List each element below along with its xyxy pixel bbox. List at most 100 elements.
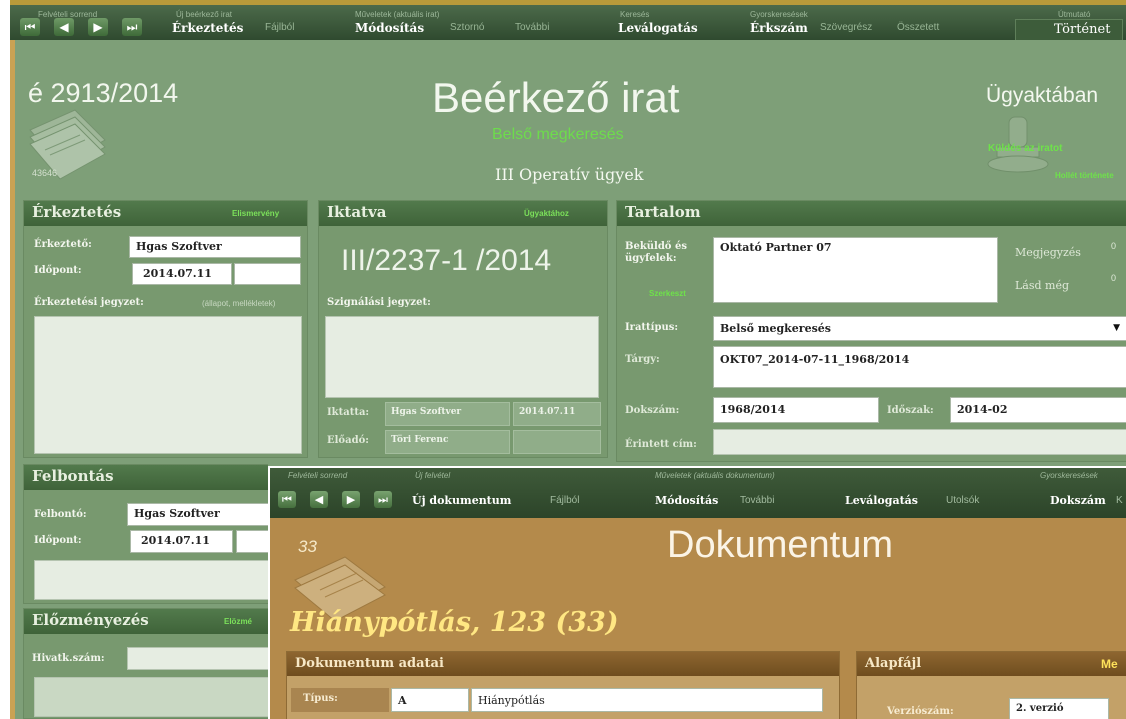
hivatk-list[interactable] xyxy=(34,677,269,717)
erkszam-button[interactable]: Érkszám xyxy=(750,21,808,35)
first-record-button[interactable]: ⏮ xyxy=(20,18,40,36)
last-arrow-icon: ⏭ xyxy=(126,20,138,34)
first-arrow-icon: ⏮ xyxy=(24,20,36,34)
felbontas-time-field[interactable] xyxy=(236,530,269,553)
last-record-button[interactable]: ⏭ xyxy=(122,18,142,36)
doc-tovabbi-button[interactable]: További xyxy=(740,495,774,506)
see-also-link[interactable]: Lásd még xyxy=(1015,279,1069,292)
left-arrow-icon: ◀ xyxy=(59,20,69,34)
panel-title: Alapfájl xyxy=(865,656,922,671)
szignalasi-textarea[interactable] xyxy=(325,316,599,398)
idopont-label: Időpont: xyxy=(34,265,82,276)
page-title: Beérkező irat xyxy=(432,74,680,121)
alapfajl-panel: Alapfájl Me Verziószám: 2. verzió xyxy=(856,651,1126,719)
irattipus-value: Belső megkeresés xyxy=(720,322,831,335)
panel-header: Alapfájl Me xyxy=(857,652,1126,676)
send-document-link[interactable]: Küldés az iratot xyxy=(988,143,1062,154)
location-history-link[interactable]: Hollét története xyxy=(1055,171,1114,180)
doc-next-button[interactable]: ▶ xyxy=(342,491,360,508)
bekuldo-value: Oktató Partner 07 xyxy=(720,241,832,254)
predecessor-link[interactable]: Elözmé xyxy=(224,617,252,626)
next-record-button[interactable]: ▶ xyxy=(88,18,108,36)
doc-utolsok-button[interactable]: Utolsók xyxy=(946,495,979,506)
dokumentum-adatai-panel: Dokumentum adatai Típus: A Hiánypótlás xyxy=(286,651,840,719)
filing-number: III/2237-1 /2014 xyxy=(341,244,552,277)
document-heading: Hiánypótlás, 123 (33) xyxy=(290,607,619,638)
irattipus-select[interactable]: Belső megkeresés ▼ xyxy=(713,316,1126,341)
tipus-code: A xyxy=(398,694,407,707)
jegyzet-label: Érkeztetési jegyzet: xyxy=(34,297,144,308)
doc-dokszam-button[interactable]: Dokszám xyxy=(1050,494,1106,507)
dokszam-value: 1968/2014 xyxy=(720,403,786,416)
szovegresz-button[interactable]: Szövegrész xyxy=(820,22,872,33)
tovabbi-button[interactable]: További xyxy=(515,22,549,33)
levalogatas-button[interactable]: Leválogatás xyxy=(618,21,698,35)
erintett-label: Érintett cím: xyxy=(625,439,697,450)
previous-record-button[interactable]: ◀ xyxy=(54,18,74,36)
idopont-field[interactable]: 2014.07.11 xyxy=(132,263,232,285)
toolbar-group-label: Útmutató xyxy=(1058,10,1091,19)
record-id: 43646 xyxy=(32,168,58,178)
doc-first-button[interactable]: ⏮ xyxy=(278,491,296,508)
panel-title: Dokumentum adatai xyxy=(295,656,444,671)
sztorno-button[interactable]: Sztornó xyxy=(450,22,484,33)
dokszam-field[interactable]: 1968/2014 xyxy=(713,397,879,423)
right-arrow-icon: ▶ xyxy=(93,20,103,34)
jegyzet-textarea[interactable] xyxy=(34,316,302,454)
panel-title: Tartalom xyxy=(625,203,701,221)
tipus-code-field[interactable]: A xyxy=(391,688,469,712)
felbonto-field[interactable]: Hgas Szoftver xyxy=(127,503,269,526)
new-document-button[interactable]: Új dokumentum xyxy=(412,494,511,507)
tortenet-label: Történet xyxy=(1054,22,1111,37)
case-file-link[interactable]: Ügyaktához xyxy=(524,209,569,218)
panel-title: Előzményezés xyxy=(32,611,149,629)
iktatta-field: Hgas Szoftver xyxy=(385,402,510,426)
see-also-count: 0 xyxy=(1111,273,1117,283)
iktatta-date-field: 2014.07.11 xyxy=(513,402,601,426)
tipus-value-field[interactable]: Hiánypótlás xyxy=(471,688,823,712)
toolbar-group-label: Műveletek (aktuális irat) xyxy=(355,10,440,19)
bekuldo-label: Beküldő és ügyfelek: xyxy=(625,241,687,264)
toolbar-group-label: Keresés xyxy=(620,10,650,19)
iktatta-date: 2014.07.11 xyxy=(519,407,576,417)
erkezteto-field[interactable]: Hgas Szoftver xyxy=(129,236,301,258)
doc-levalogatas-button[interactable]: Leválogatás xyxy=(845,494,918,507)
doc-k-button[interactable]: K xyxy=(1116,495,1123,506)
tortenet-button[interactable]: Történet xyxy=(1015,19,1123,41)
iktatta-label: Iktatta: xyxy=(327,407,370,418)
erintett-field[interactable] xyxy=(713,429,1126,455)
tipus-label-cell: Típus: xyxy=(291,688,389,712)
alapfajl-link[interactable]: Me xyxy=(1101,657,1118,671)
right-arrow-icon: ▶ xyxy=(346,493,356,506)
erkeztetes-panel: Érkeztetés Elismervény Érkeztető: Hgas S… xyxy=(23,200,308,458)
receipt-link[interactable]: Elismervény xyxy=(232,209,279,218)
bekuldo-field[interactable]: Oktató Partner 07 xyxy=(713,237,998,303)
first-arrow-icon: ⏮ xyxy=(282,493,292,506)
hivatk-field[interactable] xyxy=(127,647,269,670)
doc-last-button[interactable]: ⏭ xyxy=(374,491,392,508)
doc-previous-button[interactable]: ◀ xyxy=(310,491,328,508)
felbontas-idopont-field[interactable]: 2014.07.11 xyxy=(130,530,233,553)
doc-fajlbol-button[interactable]: Fájlból xyxy=(550,495,579,506)
felbontas-note-field[interactable] xyxy=(34,560,269,600)
idoszak-field[interactable]: 2014-02 xyxy=(950,397,1126,423)
modositas-button[interactable]: Módosítás xyxy=(355,21,424,35)
tartalom-panel: Tartalom Beküldő és ügyfelek: Oktató Par… xyxy=(616,200,1126,462)
edit-link[interactable]: Szerkeszt xyxy=(649,289,686,298)
fajlbol-button[interactable]: Fájlból xyxy=(265,22,294,33)
targy-label: Tárgy: xyxy=(625,354,660,365)
note-link[interactable]: Megjegyzés xyxy=(1015,246,1081,259)
toolbar-group-label: Gyorskeresések xyxy=(750,10,808,19)
targy-value: OKT07_2014-07-11_1968/2014 xyxy=(720,353,910,366)
erkeztetes-button[interactable]: Érkeztetés xyxy=(172,21,243,35)
document-toolbar: Felvételi sorrend Új felvétel Műveletek … xyxy=(270,468,1126,518)
doc-modositas-button[interactable]: Módosítás xyxy=(655,494,718,507)
panel-title: Érkeztetés xyxy=(32,203,122,221)
osszetett-button[interactable]: Összetett xyxy=(897,22,939,33)
verzioszam-field[interactable]: 2. verzió xyxy=(1009,698,1109,719)
idopont-time-field[interactable] xyxy=(234,263,301,285)
targy-field[interactable]: OKT07_2014-07-11_1968/2014 xyxy=(713,346,1126,388)
note-count: 0 xyxy=(1111,241,1117,251)
szignalasi-label: Szignálási jegyzet: xyxy=(327,297,431,308)
felbontas-idopont-label: Időpont: xyxy=(34,535,82,546)
